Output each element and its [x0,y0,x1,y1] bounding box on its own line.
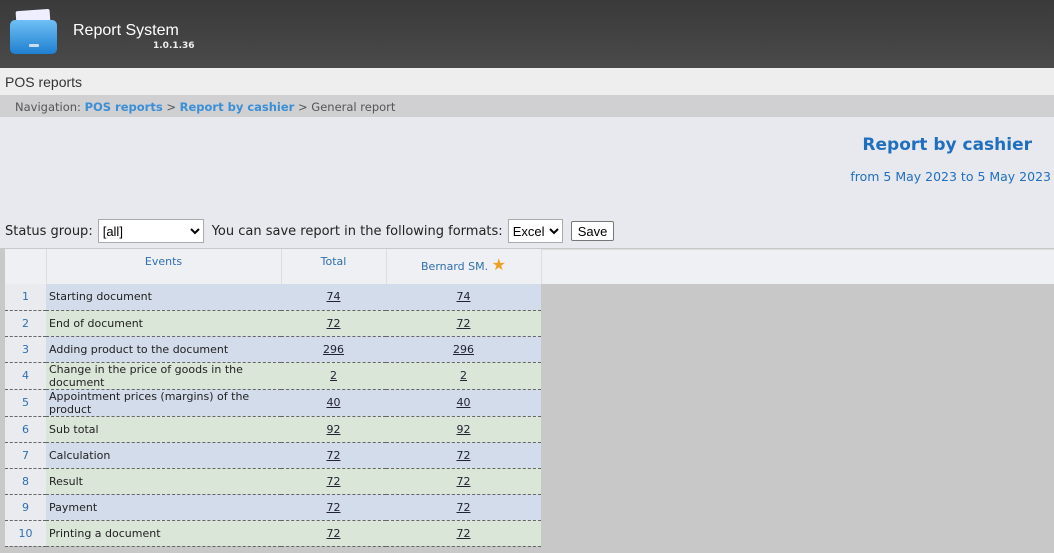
cashier-count-link[interactable]: 72 [457,475,471,488]
cashier-count-link[interactable]: 40 [457,396,471,409]
event-name: Adding product to the document [46,336,281,363]
app-header: Report System 1.0.1.36 [0,0,1054,68]
report-title: Report by cashier [862,135,1032,155]
row-number: 5 [5,389,46,417]
status-group-label: Status group: [5,223,93,239]
breadcrumb-current: General report [311,100,396,114]
table-row: 4 Change in the price of goods in the do… [5,362,541,390]
event-name: Result [46,468,281,495]
row-number: 9 [5,494,46,521]
save-button[interactable]: Save [570,221,615,241]
breadcrumb-label: Navigation: [15,100,81,114]
total-link[interactable]: 72 [327,501,341,514]
status-group-select[interactable]: [all] [97,219,204,243]
table-row: 6 Sub total 92 92 [5,416,541,443]
cashier-count-link[interactable]: 72 [457,501,471,514]
event-name: Calculation [46,442,281,469]
report-date-range: from 5 May 2023 to 5 May 2023 [850,169,1051,184]
row-number: 3 [5,336,46,363]
app-title: Report System [73,22,179,39]
report-table: Events Total Bernard SM. ★ 1 Starting do… [5,249,542,547]
header-events[interactable]: Events [46,249,282,284]
cashier-count-link[interactable]: 74 [457,290,471,303]
event-name: Sub total [46,416,281,443]
cashier-count-link[interactable]: 2 [460,369,467,382]
breadcrumb: Navigation: POS reports > Report by cash… [0,95,1054,117]
cashier-count-link[interactable]: 72 [457,527,471,540]
table-row: 8 Result 72 72 [5,468,541,495]
row-number: 4 [5,362,46,390]
row-number: 7 [5,442,46,469]
star-icon: ★ [491,255,506,274]
table-row: 7 Calculation 72 72 [5,442,541,469]
breadcrumb-pos-reports[interactable]: POS reports [85,100,163,114]
total-link[interactable]: 74 [327,290,341,303]
event-name: Appointment prices (margins) of the prod… [46,389,281,417]
row-number: 2 [5,310,46,337]
total-link[interactable]: 2 [330,369,337,382]
cashier-count-link[interactable]: 296 [453,343,474,356]
event-name: Payment [46,494,281,521]
table-row: 1 Starting document 74 74 [5,284,541,311]
total-link[interactable]: 72 [327,527,341,540]
total-link[interactable]: 40 [327,396,341,409]
breadcrumb-separator: > [166,100,176,114]
row-number: 8 [5,468,46,495]
row-number: 6 [5,416,46,443]
report-area: Report by cashier from 5 May 2023 to 5 M… [0,117,1054,248]
cashier-count-link[interactable]: 72 [457,449,471,462]
breadcrumb-separator: > [298,100,308,114]
cashier-count-link[interactable]: 92 [457,423,471,436]
event-name: End of document [46,310,281,337]
row-number: 1 [5,284,46,311]
folder-logo-icon [10,8,57,54]
table-row: 9 Payment 72 72 [5,494,541,521]
table-row: 10 Printing a document 72 72 [5,520,541,547]
event-name: Change in the price of goods in the docu… [46,362,281,390]
total-link[interactable]: 92 [327,423,341,436]
formats-label: You can save report in the following for… [211,223,503,239]
breadcrumb-report-by-cashier[interactable]: Report by cashier [180,100,295,114]
table-row: 2 End of document 72 72 [5,310,541,337]
header-total[interactable]: Total [281,249,387,284]
app-version: 1.0.1.36 [153,41,195,51]
cashier-count-link[interactable]: 72 [457,317,471,330]
total-link[interactable]: 72 [327,317,341,330]
table-row: 5 Appointment prices (margins) of the pr… [5,389,541,417]
report-controls: Status group: [all] You can save report … [5,219,615,243]
row-number-header [5,249,47,284]
header-cashier[interactable]: Bernard SM. ★ [386,249,542,284]
total-link[interactable]: 296 [323,343,344,356]
event-name: Printing a document [46,520,281,547]
row-number: 10 [5,520,46,547]
total-link[interactable]: 72 [327,475,341,488]
event-name: Starting document [46,284,281,311]
format-select[interactable]: Excel [507,219,563,243]
table-row: 3 Adding product to the document 296 296 [5,336,541,363]
section-title: POS reports [0,68,1054,95]
total-link[interactable]: 72 [327,449,341,462]
